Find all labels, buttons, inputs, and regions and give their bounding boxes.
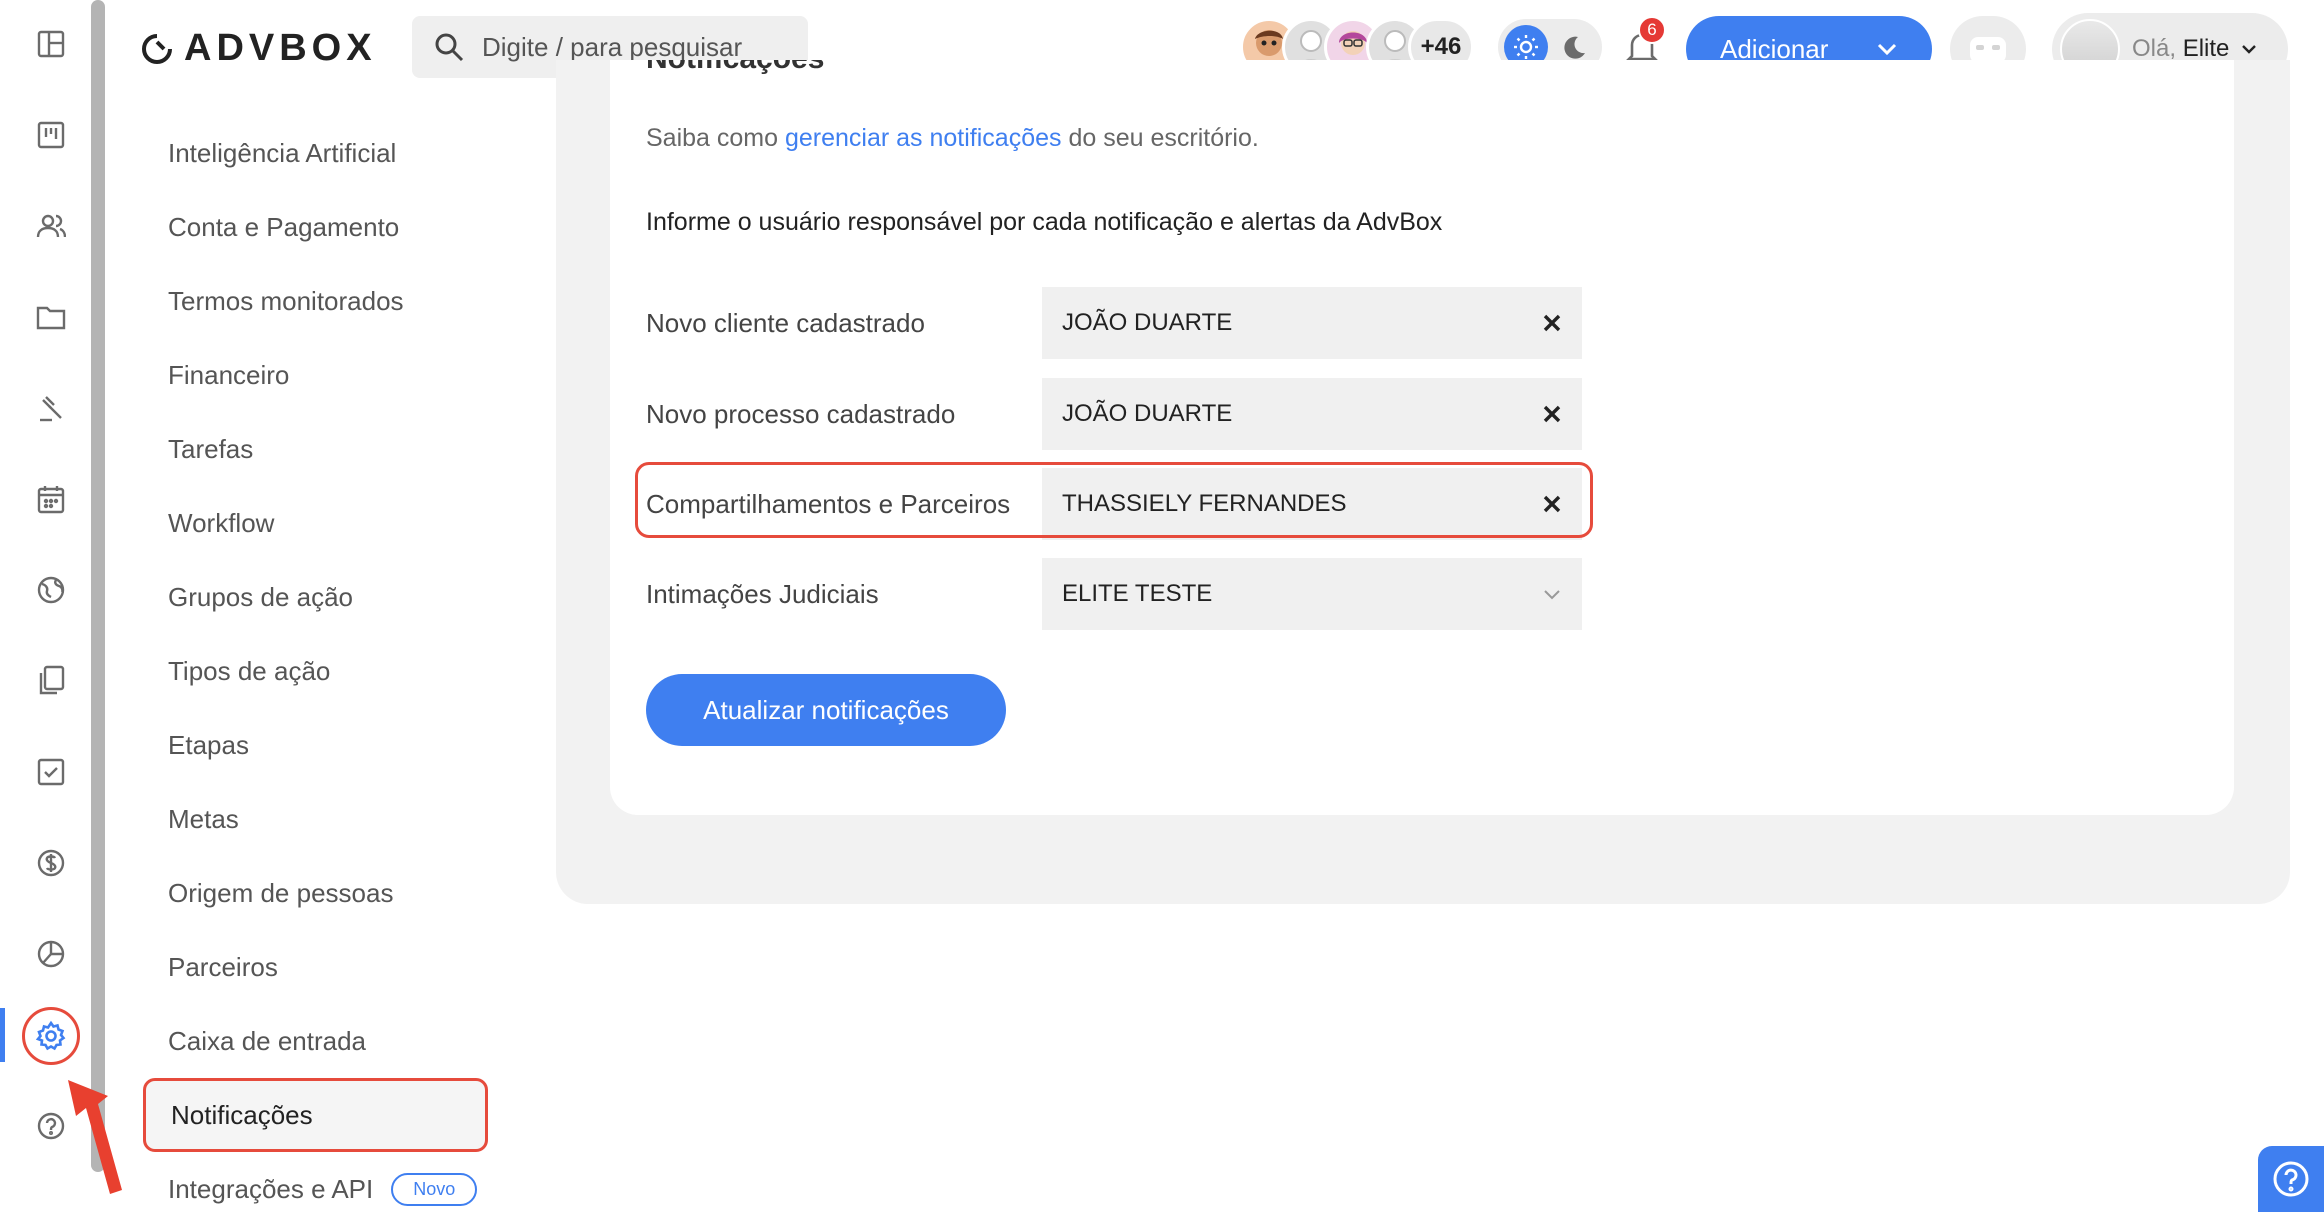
menu-item-parceiros[interactable]: Parceiros: [140, 930, 500, 1004]
pointer-arrow-icon: [68, 1080, 122, 1194]
menu-item-grupos-de-acao[interactable]: Grupos de ação: [140, 560, 500, 634]
user-greeting: Olá, Elite: [2132, 35, 2230, 62]
help-chat-button[interactable]: [2258, 1146, 2324, 1212]
pie-chart-icon[interactable]: [31, 934, 71, 974]
checkbox-icon[interactable]: [31, 752, 71, 792]
instructions-text: Informe o usuário responsável por cada n…: [646, 208, 1443, 236]
active-indicator: [0, 1008, 5, 1062]
chevron-down-icon: [1877, 43, 1897, 56]
row-label: Novo processo cadastrado: [646, 398, 956, 429]
calendar-icon[interactable]: [31, 479, 71, 519]
menu-item-tarefas[interactable]: Tarefas: [140, 412, 500, 486]
folder-icon[interactable]: [31, 297, 71, 337]
search-placeholder: Digite / para pesquisar: [482, 31, 743, 62]
selected-user: JOÃO DUARTE: [1062, 400, 1233, 427]
menu-item-integracoes-api[interactable]: Integrações e API Novo: [140, 1152, 500, 1226]
close-icon[interactable]: [1542, 404, 1562, 424]
page-title: Notificações: [646, 60, 824, 108]
chevron-down-icon: [2242, 45, 2257, 54]
responsible-user-select[interactable]: JOÃO DUARTE: [1042, 378, 1582, 450]
moon-icon[interactable]: [1558, 32, 1588, 62]
menu-item-inteligencia-artificial[interactable]: Inteligência Artificial: [140, 116, 500, 190]
selected-user: ELITE TESTE: [1062, 580, 1213, 607]
row-highlight-outline: [635, 462, 1593, 538]
dashboard-icon[interactable]: [31, 24, 71, 64]
new-badge: Novo: [391, 1172, 478, 1206]
settings-menu: Inteligência Artificial Conta e Pagament…: [140, 116, 500, 1226]
gavel-icon[interactable]: [31, 388, 71, 428]
search-icon: [435, 33, 464, 62]
responsible-user-select[interactable]: ELITE TESTE: [1042, 558, 1582, 630]
notification-row: Intimações Judiciais ELITE TESTE: [646, 558, 1606, 630]
chevron-down-icon[interactable]: [1542, 588, 1562, 600]
notification-row: Novo processo cadastrado JOÃO DUARTE: [646, 378, 1606, 450]
notification-row: Novo cliente cadastrado JOÃO DUARTE: [646, 287, 1606, 359]
menu-item-conta-pagamento[interactable]: Conta e Pagamento: [140, 190, 500, 264]
menu-item-notificacoes[interactable]: Notificações: [143, 1078, 488, 1152]
help-text: Saiba como gerenciar as notificações do …: [646, 124, 1259, 152]
notification-count-badge: 6: [1638, 16, 1666, 44]
close-icon[interactable]: [1542, 313, 1562, 333]
dollar-icon[interactable]: [31, 843, 71, 883]
menu-item-tipos-de-acao[interactable]: Tipos de ação: [140, 634, 500, 708]
logo-mark-icon: [142, 33, 172, 64]
documents-icon[interactable]: [31, 661, 71, 701]
menu-item-metas[interactable]: Metas: [140, 782, 500, 856]
responsible-user-select[interactable]: JOÃO DUARTE: [1042, 287, 1582, 359]
people-icon[interactable]: [31, 206, 71, 246]
icon-rail: [0, 0, 105, 1212]
settings-icon[interactable]: [31, 1016, 71, 1056]
globe-icon[interactable]: [31, 570, 71, 610]
menu-item-caixa-de-entrada[interactable]: Caixa de entrada: [140, 1004, 500, 1078]
help-icon: [2273, 1161, 2309, 1197]
menu-item-workflow[interactable]: Workflow: [140, 486, 500, 560]
row-label: Intimações Judiciais: [646, 578, 879, 609]
board-icon[interactable]: [31, 115, 71, 155]
menu-item-label: Integrações e API: [168, 1173, 374, 1204]
menu-item-financeiro[interactable]: Financeiro: [140, 338, 500, 412]
menu-item-origem-de-pessoas[interactable]: Origem de pessoas: [140, 856, 500, 930]
menu-item-termos-monitorados[interactable]: Termos monitorados: [140, 264, 500, 338]
row-label: Novo cliente cadastrado: [646, 307, 925, 338]
app-logo[interactable]: ADVBOX: [140, 27, 377, 70]
menu-item-etapas[interactable]: Etapas: [140, 708, 500, 782]
update-notifications-button[interactable]: Atualizar notificações: [646, 674, 1006, 746]
selected-user: JOÃO DUARTE: [1062, 309, 1233, 336]
manage-notifications-link[interactable]: gerenciar as notificações: [785, 124, 1062, 152]
logo-text: ADVBOX: [184, 27, 377, 69]
rail-scrollbar[interactable]: [91, 0, 105, 1172]
